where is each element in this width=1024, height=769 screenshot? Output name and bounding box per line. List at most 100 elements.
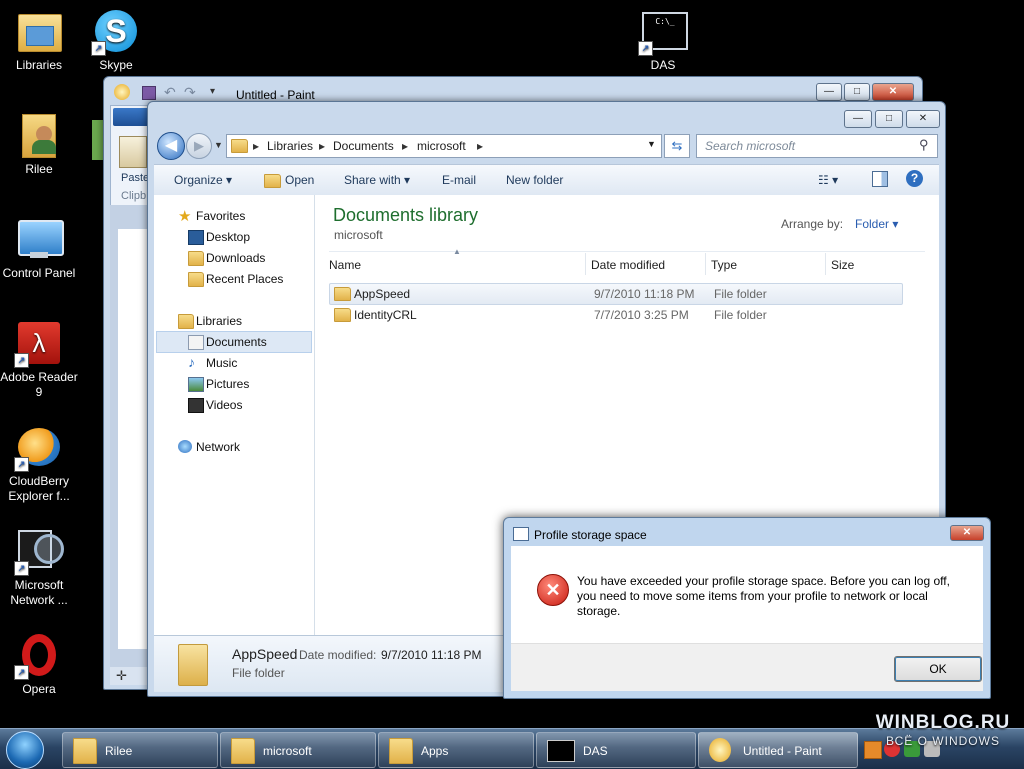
taskbar-item-das[interactable]: DAS — [536, 732, 696, 768]
user-folder-icon — [16, 112, 62, 158]
open-label: Open — [285, 173, 315, 187]
table-row[interactable]: IdentityCRL 7/7/2010 3:25 PM File folder — [329, 304, 901, 324]
help-icon[interactable]: ? — [906, 170, 923, 187]
desktop-icon-das[interactable]: C:\_ ↗ DAS — [624, 8, 702, 73]
folder-icon — [389, 738, 413, 764]
taskbar-item-paint[interactable]: Untitled - Paint — [698, 732, 858, 768]
recent-pages-dropdown-icon[interactable]: ▼ — [214, 140, 223, 150]
desktop-icon-label: DAS — [650, 58, 676, 72]
taskbar-item-rilee[interactable]: Rilee — [62, 732, 218, 768]
clipboard-group-label: Clipb — [121, 190, 147, 202]
close-button[interactable]: ✕ — [872, 83, 914, 101]
minimize-button[interactable]: — — [844, 110, 872, 128]
nav-label: Documents — [206, 335, 267, 349]
desktop-icon-control-panel[interactable]: Control Panel — [0, 216, 78, 281]
nav-favorites[interactable]: ★ Favorites — [178, 208, 245, 225]
nav-desktop[interactable]: Desktop — [188, 230, 250, 245]
redo-icon[interactable]: ↷ — [184, 84, 196, 101]
profile-storage-dialog[interactable]: Profile storage space ✕ ✕ You have excee… — [503, 517, 991, 699]
ok-button[interactable]: OK — [894, 656, 982, 682]
music-icon: ♪ — [188, 354, 195, 370]
search-input[interactable]: Search microsoft ⚲ — [696, 134, 938, 158]
search-icon[interactable]: ⚲ — [919, 137, 929, 153]
share-with-button[interactable]: Share with ▾ — [344, 173, 410, 187]
arrange-by-value: Folder — [855, 217, 890, 231]
nav-label: Pictures — [206, 377, 250, 391]
start-button[interactable] — [6, 731, 44, 769]
address-bar[interactable]: ▸ Libraries ▸ Documents ▸ microsoft ▸ ▼ — [226, 134, 662, 158]
folder-icon — [178, 644, 208, 686]
maximize-button[interactable]: □ — [844, 83, 870, 101]
column-header-date[interactable]: Date modified — [591, 258, 665, 272]
dialog-app-icon — [513, 527, 529, 541]
taskbar-item-label: Untitled - Paint — [743, 744, 822, 758]
paint-menu-button[interactable] — [113, 108, 149, 126]
folder-icon — [334, 287, 351, 301]
nav-documents[interactable]: Documents — [188, 335, 267, 350]
column-divider — [585, 253, 586, 275]
nav-libraries[interactable]: Libraries — [178, 314, 243, 329]
nav-label: Libraries — [196, 314, 243, 328]
desktop-icon-libraries[interactable]: Libraries — [0, 8, 78, 73]
back-button[interactable]: ◀ — [157, 132, 185, 160]
nav-recent-places[interactable]: Recent Places — [188, 272, 283, 287]
column-header-size[interactable]: Size — [831, 258, 854, 272]
taskbar-item-microsoft[interactable]: microsoft — [220, 732, 376, 768]
save-icon[interactable] — [142, 86, 156, 100]
table-row[interactable]: AppSpeed 9/7/2010 11:18 PM File folder — [329, 283, 903, 305]
file-type: File folder — [714, 308, 767, 322]
folder-icon — [231, 139, 248, 153]
libraries-icon — [178, 314, 194, 329]
column-header-type[interactable]: Type — [711, 258, 737, 272]
dialog-footer: OK — [511, 643, 983, 691]
breadcrumb-libraries[interactable]: Libraries — [267, 139, 313, 153]
refresh-icon[interactable]: ⇆ — [664, 134, 690, 158]
undo-icon[interactable]: ↶ — [164, 84, 176, 101]
sort-ascending-icon: ▲ — [453, 247, 461, 256]
nav-downloads[interactable]: Downloads — [188, 251, 265, 266]
organize-button[interactable]: Organize ▾ — [174, 173, 232, 187]
folder-icon — [334, 308, 351, 322]
taskbar-item-apps[interactable]: Apps — [378, 732, 534, 768]
breadcrumb-microsoft[interactable]: microsoft — [417, 139, 466, 153]
column-header-name[interactable]: Name — [329, 258, 585, 272]
nav-music[interactable]: ♪ Music — [188, 354, 237, 370]
open-button[interactable]: Open — [264, 173, 314, 188]
file-name: AppSpeed — [354, 287, 411, 301]
maximize-button[interactable]: □ — [875, 110, 903, 128]
nav-pictures[interactable]: Pictures — [188, 377, 250, 392]
view-options-icon[interactable]: ☷ ▾ — [818, 173, 838, 187]
breadcrumb-documents[interactable]: Documents — [333, 139, 394, 153]
desktop-icon-label: Adobe Reader 9 — [0, 370, 78, 399]
desktop-icon-rilee[interactable]: Rilee — [0, 112, 78, 177]
forward-button[interactable]: ▶ — [186, 133, 212, 159]
desktop-icon-cloudberry[interactable]: ↗ CloudBerry Explorer f... — [0, 424, 78, 504]
desktop-icon-opera[interactable]: ↗ Opera — [0, 632, 78, 697]
dialog-message: You have exceeded your profile storage s… — [577, 574, 950, 618]
minimize-button[interactable]: — — [816, 83, 842, 101]
close-button[interactable]: ✕ — [950, 525, 984, 541]
desktop-icon-label: CloudBerry Explorer f... — [8, 474, 70, 503]
quick-access-dropdown-icon[interactable]: ▾ — [210, 86, 215, 97]
desktop-icon-network-monitor[interactable]: ↗ Microsoft Network ... — [0, 528, 78, 608]
network-monitor-icon: ↗ — [14, 528, 64, 576]
nav-videos[interactable]: Videos — [188, 398, 242, 413]
close-button[interactable]: ✕ — [906, 110, 940, 128]
details-date-label: Date modified: — [299, 648, 377, 662]
desktop-icon-skype[interactable]: S ↗ Skype — [77, 8, 155, 73]
clipboard-icon — [119, 136, 147, 168]
downloads-folder-icon — [188, 251, 204, 266]
details-name: AppSpeed — [232, 646, 298, 662]
address-dropdown-icon[interactable]: ▼ — [647, 139, 656, 149]
watermark-line2: ВСЁ О WINDOWS — [886, 734, 1000, 748]
paste-button[interactable]: Paste — [121, 172, 149, 184]
preview-pane-icon[interactable] — [872, 171, 888, 187]
desktop-icon-adobe-reader[interactable]: λ ↗ Adobe Reader 9 — [0, 320, 78, 400]
new-folder-button[interactable]: New folder — [506, 173, 563, 187]
control-panel-icon — [16, 216, 64, 262]
desktop-icon-label: Control Panel — [2, 266, 76, 280]
nav-network[interactable]: Network — [178, 440, 240, 454]
details-type: File folder — [232, 666, 285, 680]
arrange-by-dropdown[interactable]: Folder ▾ — [855, 217, 898, 231]
email-button[interactable]: E-mail — [442, 173, 476, 187]
